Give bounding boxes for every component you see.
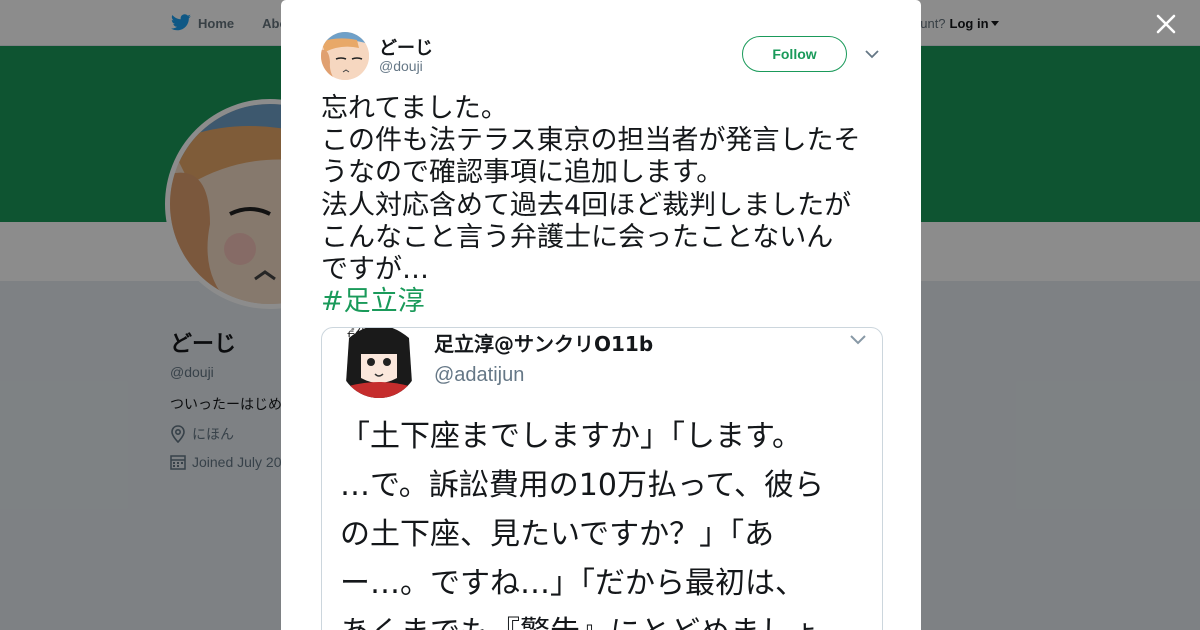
tweet-text-line: こんなこと言う弁護士に会ったことないん xyxy=(321,221,834,253)
tweet-text: 忘れてました。 この件も法テラス東京の担当者が発言したそ うなので確認事項に追加… xyxy=(321,93,891,318)
quoted-author-avatar-illustration: 岸花 xyxy=(339,327,419,398)
tweet-text-line: ですが… xyxy=(321,254,429,286)
tweet-text-line: この件も法テラス東京の担当者が発言したそ xyxy=(321,125,861,157)
avatar-caption-text: 岸花 xyxy=(341,327,369,340)
quoted-text-line: 「土下座までしますか」「します。 xyxy=(340,419,802,454)
close-icon[interactable] xyxy=(1154,12,1178,36)
tweet-text-line: 法人対応含めて過去4回ほど裁判しましたが xyxy=(321,189,852,221)
tweet-author-handle[interactable]: @douji xyxy=(379,58,423,74)
quoted-author-avatar: 岸花 xyxy=(339,327,419,398)
tweet-text-line: うなので確認事項に追加します。 xyxy=(321,157,724,189)
tweet-text-line: 忘れてました。 xyxy=(321,93,508,124)
tweet-media-image[interactable]: 岸花 足立淳@サンクリO11b @adatijun 「土下座までしますか」「しま… xyxy=(321,327,883,630)
tweet-modal: どーじ @douji Follow 忘れてました。 この件も法テラス東京の担当者… xyxy=(281,0,921,630)
quoted-tweet-text: 「土下座までしますか」「します。 …で。訴訟費用の10万払って、彼ら の土下座、… xyxy=(340,412,880,630)
quoted-text-line: …で。訴訟費用の10万払って、彼ら xyxy=(340,468,824,503)
follow-button[interactable]: Follow xyxy=(742,36,847,72)
tweet-author-name[interactable]: どーじ xyxy=(379,34,433,60)
chevron-down-icon[interactable] xyxy=(864,47,880,61)
quoted-text-line: あくまでも『警告』にとどめましょ xyxy=(340,608,880,630)
tweet-author-avatar[interactable] xyxy=(321,32,369,80)
quoted-text-line: ー…。ですね…」「だから最初は、 xyxy=(340,566,805,601)
quoted-author-name: 足立淳@サンクリO11b xyxy=(434,332,654,356)
tweet-author-avatar-illustration xyxy=(321,32,369,80)
quoted-author-handle: @adatijun xyxy=(434,364,525,386)
quoted-chevron-down-icon xyxy=(850,335,866,345)
quoted-text-line: の土下座、見たいですか？」「あ xyxy=(340,517,775,552)
hashtag-link[interactable]: #足立淳 xyxy=(321,286,425,318)
